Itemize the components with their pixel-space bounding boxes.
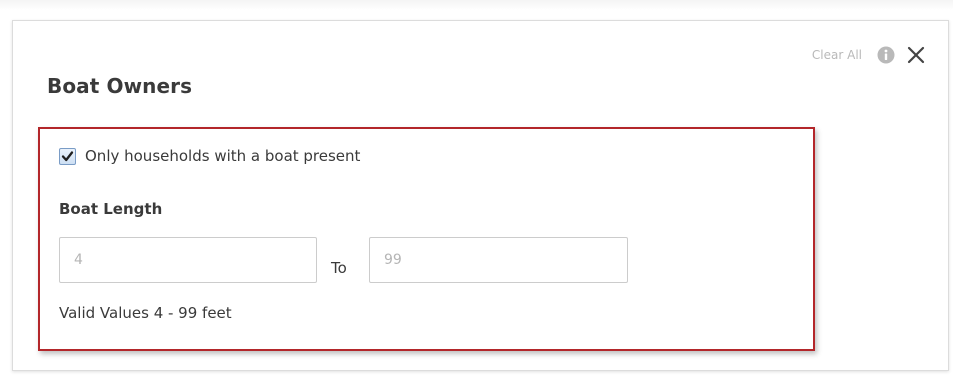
close-icon[interactable]: [907, 46, 925, 64]
panel-title: Boat Owners: [47, 74, 193, 98]
panel-actions: Clear All: [812, 46, 925, 64]
boat-length-min-input[interactable]: [59, 237, 317, 283]
clear-all-link[interactable]: Clear All: [812, 48, 862, 62]
boat-present-checkbox[interactable]: [59, 147, 76, 165]
checkmark-icon: [61, 150, 74, 161]
valid-values-hint: Valid Values 4 - 99 feet: [59, 304, 232, 322]
top-background-strip: [0, 0, 953, 10]
info-icon[interactable]: [877, 46, 895, 64]
boat-length-max-input[interactable]: [369, 237, 628, 283]
boat-present-label: Only households with a boat present: [85, 147, 361, 165]
range-separator-label: To: [331, 259, 347, 277]
boat-length-heading: Boat Length: [59, 200, 163, 218]
boat-present-checkbox-row[interactable]: Only households with a boat present: [59, 147, 360, 165]
